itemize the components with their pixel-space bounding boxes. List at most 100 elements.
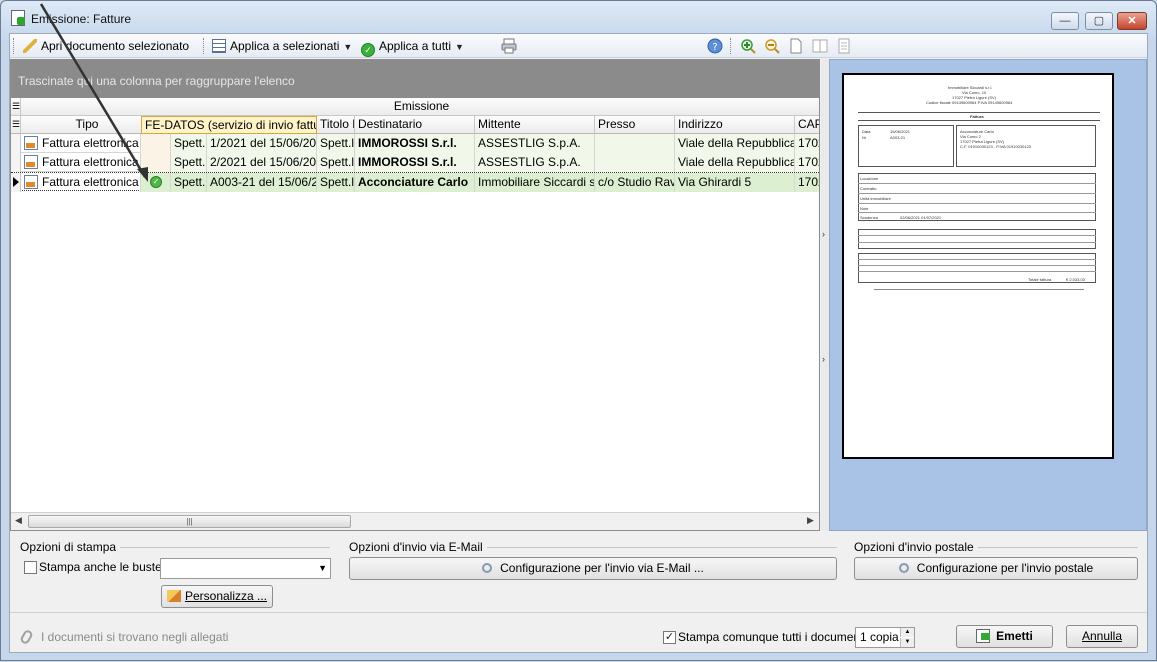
emit-button[interactable]: Emetti (956, 625, 1053, 648)
email-config-button[interactable]: Configurazione per l'invio via E-Mail ..… (349, 557, 837, 580)
preview-row-label: Locazione (860, 176, 879, 181)
list-icon (212, 39, 226, 53)
table-row-selected[interactable]: Fattura elettronica ✓ Spett.l A003-21 de… (11, 172, 819, 192)
preview-splitter[interactable]: › › (821, 59, 829, 531)
zoom-out-icon[interactable] (764, 38, 780, 54)
apply-selected-button[interactable]: Applica a selezionati ▼ (212, 37, 352, 55)
cell-spett[interactable]: Spett.l (171, 173, 207, 192)
cell-presso[interactable]: c/o Studio Rave (595, 173, 675, 192)
cell-titolo[interactable]: Spett.l (317, 134, 355, 153)
column-customize-icon[interactable]: ☰ (11, 116, 21, 134)
column-header-tipo[interactable]: Tipo (21, 116, 151, 134)
print-all-label[interactable]: Stampa comunque tutti i documenti (678, 630, 866, 644)
print-preview-panel[interactable]: Immobiliare Siccardi s.r.l. Via Como, 10… (829, 59, 1147, 531)
row-indicator[interactable] (11, 173, 21, 192)
scroll-right-icon[interactable]: ▶ (807, 515, 814, 526)
preview-rule (858, 242, 1096, 243)
multi-page-icon[interactable] (836, 38, 852, 54)
close-button[interactable]: ✕ (1117, 12, 1147, 30)
scrollbar-thumb[interactable]: ||| (28, 515, 351, 528)
cell-destinatario[interactable]: IMMOROSSI S.r.l. (355, 153, 475, 172)
postal-config-button[interactable]: Configurazione per l'invio postale (854, 557, 1138, 580)
cell-mittente[interactable]: ASSESTLIG S.p.A. (475, 134, 595, 153)
preview-lines-table (858, 229, 1096, 249)
maximize-button[interactable]: ▢ (1085, 12, 1113, 30)
cell-mittente[interactable]: ASSESTLIG S.p.A. (475, 153, 595, 172)
dialog-client: Apri documento selezionato Applica a sel… (9, 33, 1148, 653)
band-customize-icon[interactable]: ☰ (11, 98, 21, 116)
spin-down-icon[interactable]: ▼ (900, 638, 914, 647)
print-envelopes-checkbox[interactable] (24, 561, 37, 574)
horizontal-scrollbar[interactable]: ◀ ||| ▶ (11, 512, 819, 530)
preview-rule (858, 193, 1096, 194)
column-header-indirizzo[interactable]: Indirizzo (675, 116, 795, 134)
cell-indirizzo[interactable]: Viale della Repubblica 71 (675, 153, 795, 172)
expand-right-icon[interactable]: › (822, 354, 825, 364)
preview-doc-title: Fattura (970, 114, 984, 119)
preview-page[interactable]: Immobiliare Siccardi s.r.l. Via Como, 10… (842, 73, 1114, 459)
column-header-cap[interactable]: CAP (795, 116, 819, 134)
chevron-down-icon: ▼ (318, 563, 327, 573)
cell-fe-status[interactable] (141, 153, 171, 172)
cell-cap[interactable]: 1702 (795, 153, 819, 172)
cell-presso[interactable] (595, 153, 675, 172)
print-all-checkbox[interactable]: ✓ (663, 631, 676, 644)
row-indicator[interactable] (11, 134, 21, 153)
scroll-left-icon[interactable]: ◀ (15, 515, 22, 526)
row-indicator[interactable] (11, 153, 21, 172)
customize-button[interactable]: Personalizza ... (161, 585, 273, 608)
page-icon[interactable] (788, 38, 804, 54)
cell-titolo[interactable]: Spett.l (317, 153, 355, 172)
column-header-presso[interactable]: Presso (595, 116, 675, 134)
preview-rule (858, 120, 1100, 121)
success-status-icon: ✓ (150, 176, 162, 188)
table-row[interactable]: Fattura elettronica Spett.l 1/2021 del 1… (11, 134, 819, 153)
print-icon[interactable] (501, 38, 517, 54)
help-icon[interactable]: ? (707, 38, 723, 54)
cell-tipo[interactable]: Fattura elettronica (21, 153, 141, 172)
cell-documento[interactable]: 2/2021 del 15/06/202 (207, 153, 317, 172)
cell-spett[interactable]: Spett.l (171, 134, 207, 153)
paperclip-icon (19, 628, 34, 646)
print-envelopes-label[interactable]: Stampa anche le buste (39, 560, 162, 574)
column-header-destinatario[interactable]: Destinatario (355, 116, 475, 134)
cell-indirizzo[interactable]: Via Ghirardi 5 (675, 173, 795, 192)
two-pages-icon[interactable] (812, 38, 828, 54)
cell-cap[interactable]: 1702 (795, 173, 819, 192)
preview-total-value: € 2.033,03 (1066, 277, 1085, 282)
invoice-document-icon (24, 155, 38, 169)
table-row[interactable]: Fattura elettronica Spett.l 2/2021 del 1… (11, 153, 819, 172)
documents-grid[interactable]: Trascinate qui una colonna per raggruppa… (10, 59, 820, 531)
toolbar-grip[interactable] (13, 38, 16, 54)
cell-documento[interactable]: 1/2021 del 15/06/202 (207, 134, 317, 153)
cell-documento[interactable]: A003-21 del 15/06/20 (207, 173, 317, 192)
apply-all-button[interactable]: ✓ Applica a tutti ▼ (361, 37, 464, 57)
cell-presso[interactable] (595, 134, 675, 153)
spin-up-icon[interactable]: ▲ (900, 628, 914, 637)
print-options-select[interactable]: ▼ (160, 558, 331, 579)
cell-cap[interactable]: 1702 (795, 134, 819, 153)
cell-mittente[interactable]: Immobiliare Siccardi s.r.l (475, 173, 595, 192)
zoom-in-icon[interactable] (740, 38, 756, 54)
column-header-titolo[interactable]: Titolo M (317, 116, 355, 134)
cell-titolo[interactable]: Spett.l (317, 173, 355, 192)
cell-spett[interactable]: Spett.l (171, 153, 207, 172)
cell-fe-status[interactable]: ✓ (141, 173, 171, 192)
cell-destinatario[interactable]: Acconciature Carlo (355, 173, 475, 192)
cell-fe-status[interactable] (141, 134, 171, 153)
cell-indirizzo[interactable]: Viale della Repubblica 71 (675, 134, 795, 153)
cancel-button[interactable]: Annulla (1066, 625, 1138, 648)
column-header-row: ☰ Tipo FE-DATOS (servizio di invio fattu… (11, 116, 819, 134)
collapse-right-icon[interactable]: › (822, 229, 825, 239)
column-header-mittente[interactable]: Mittente (475, 116, 595, 134)
preview-nr-value: A003-21 (890, 135, 906, 140)
group-by-panel[interactable]: Trascinate qui una colonna per raggruppa… (11, 60, 819, 98)
copies-spinner[interactable]: 1 copia ▲ ▼ (855, 627, 915, 648)
cell-destinatario[interactable]: IMMOROSSI S.r.l. (355, 134, 475, 153)
open-document-button[interactable]: Apri documento selezionato (23, 37, 189, 55)
cell-tipo[interactable]: Fattura elettronica (21, 173, 141, 192)
cell-tipo[interactable]: Fattura elettronica (21, 134, 141, 153)
preview-header-line: Codice fiscale 09149600964 P.IVA 0914960… (926, 100, 1013, 105)
minimize-button[interactable]: — (1051, 12, 1079, 30)
column-header-fe-datos[interactable]: FE-DATOS (servizio di invio fatture) (141, 116, 317, 134)
